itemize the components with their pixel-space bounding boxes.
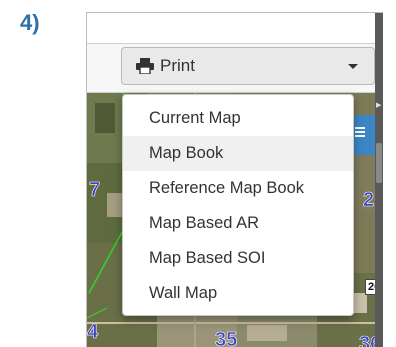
top-bar bbox=[87, 13, 383, 44]
print-button-label: Print bbox=[160, 56, 195, 75]
menu-icon bbox=[355, 127, 365, 129]
print-button[interactable]: Print bbox=[121, 47, 375, 85]
print-menu: Current Map Map Book Reference Map Book … bbox=[122, 94, 354, 316]
section-label: 7 bbox=[89, 179, 101, 202]
road-tag: 26 bbox=[365, 279, 375, 295]
menu-item-map-based-soi[interactable]: Map Based SOI bbox=[123, 241, 353, 276]
section-label: 4 bbox=[87, 321, 99, 344]
section-label: 35 bbox=[215, 329, 238, 347]
vertical-scrollbar[interactable]: ▶ bbox=[375, 13, 383, 347]
menu-item-map-based-ar[interactable]: Map Based AR bbox=[123, 206, 353, 241]
step-label: 4) bbox=[20, 10, 40, 35]
layers-toggle-button[interactable] bbox=[353, 115, 377, 155]
menu-item-map-book[interactable]: Map Book bbox=[123, 136, 353, 171]
section-label: 2 bbox=[363, 189, 375, 212]
scrollbar-thumb[interactable] bbox=[376, 143, 382, 183]
section-label: 36 bbox=[359, 333, 375, 347]
menu-item-reference-map-book[interactable]: Reference Map Book bbox=[123, 171, 353, 206]
chevron-right-icon: ▶ bbox=[376, 102, 382, 109]
menu-item-wall-map[interactable]: Wall Map bbox=[123, 276, 353, 311]
menu-item-current-map[interactable]: Current Map bbox=[123, 101, 353, 136]
chevron-down-icon bbox=[348, 64, 358, 69]
printer-icon bbox=[136, 58, 154, 74]
